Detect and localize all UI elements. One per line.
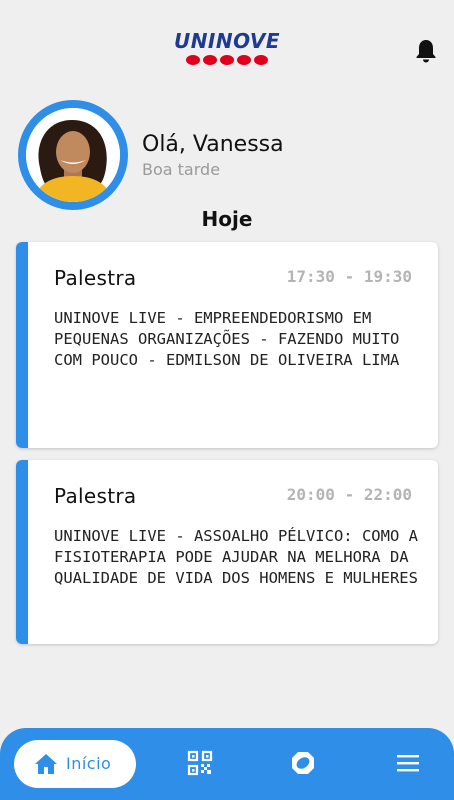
event-description: UNINOVE LIVE - ASSOALHO PÉLVICO: COMO A … xyxy=(54,527,418,587)
card-accent-stripe xyxy=(16,242,28,448)
event-description: UNINOVE LIVE - EMPREENDEDORISMO EM PEQUE… xyxy=(54,309,400,369)
card-accent-stripe xyxy=(16,460,28,644)
greeting-text: Olá, Vanessa xyxy=(142,132,284,157)
section-title-today: Hoje xyxy=(201,207,253,231)
uninove-logo: UNINOVE xyxy=(0,30,454,65)
nav-home-button[interactable]: Início xyxy=(14,740,136,788)
time-of-day-greeting: Boa tarde xyxy=(142,160,221,179)
home-icon xyxy=(34,753,58,775)
qr-code-icon[interactable] xyxy=(187,750,213,776)
bottom-navigation: Início xyxy=(0,728,454,800)
event-card[interactable]: Palestra 20:00 - 22:00 UNINOVE LIVE - AS… xyxy=(16,460,438,644)
menu-icon[interactable] xyxy=(395,750,421,776)
avatar-photo xyxy=(26,108,120,202)
bell-icon[interactable] xyxy=(414,38,438,64)
event-type: Palestra xyxy=(54,266,137,290)
logo-text: UNINOVE xyxy=(173,29,281,53)
nav-home-label: Início xyxy=(66,754,112,773)
event-time: 20:00 - 22:00 xyxy=(286,485,412,504)
logo-dots xyxy=(0,55,454,65)
event-type: Palestra xyxy=(54,484,137,508)
event-card[interactable]: Palestra 17:30 - 19:30 UNINOVE LIVE - EM… xyxy=(16,242,438,448)
ring-icon[interactable] xyxy=(290,750,316,776)
event-time: 17:30 - 19:30 xyxy=(286,267,412,286)
app-header: UNINOVE xyxy=(0,0,454,80)
avatar[interactable] xyxy=(18,100,128,210)
profile-section: Olá, Vanessa Boa tarde xyxy=(18,100,438,212)
